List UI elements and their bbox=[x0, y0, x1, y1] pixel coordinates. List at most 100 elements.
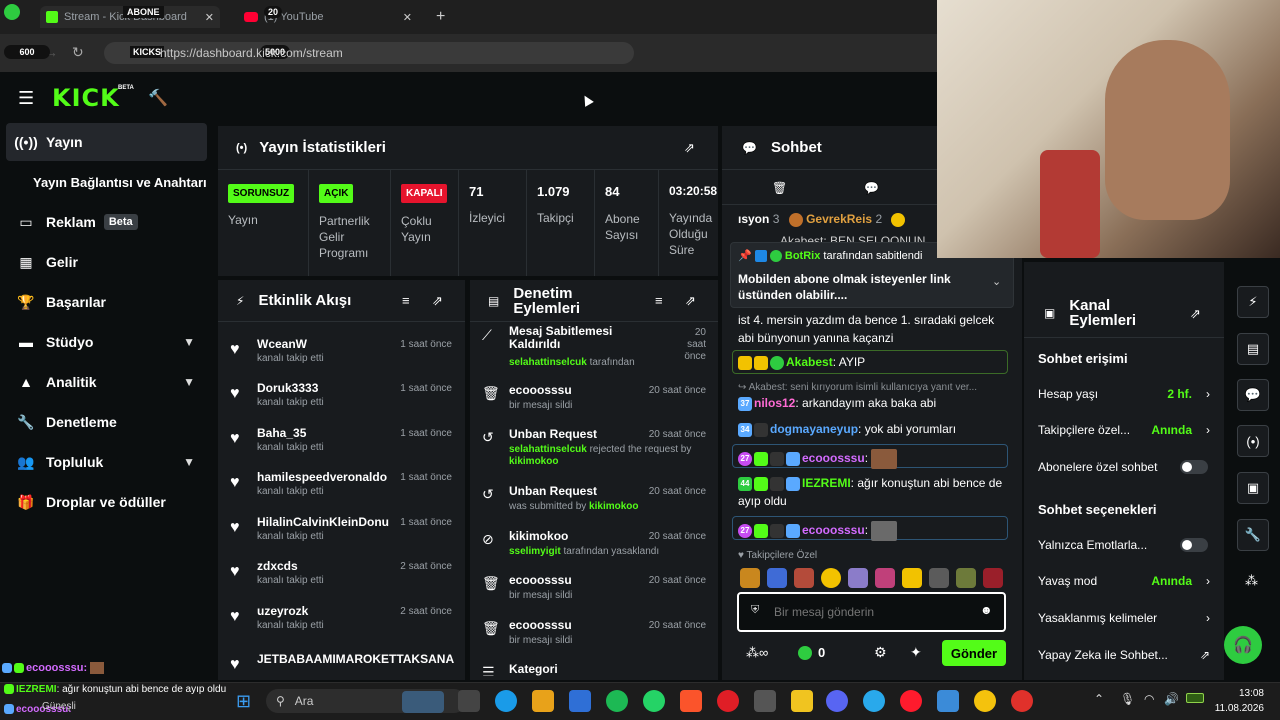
emote-icon[interactable] bbox=[767, 568, 787, 588]
channel-points[interactable]: 0 bbox=[798, 645, 825, 660]
kick-logo[interactable]: KICK bbox=[52, 84, 120, 112]
activity-user[interactable]: zdxcds bbox=[257, 559, 417, 573]
chat-username[interactable]: ecooosssu bbox=[802, 523, 865, 537]
file-explorer-icon[interactable] bbox=[791, 690, 813, 712]
emote-tab-label[interactable]: ♥ Takipçilere Özel bbox=[738, 550, 817, 561]
emote-icon[interactable] bbox=[929, 568, 949, 588]
chat-bubble-icon[interactable]: 💬 bbox=[1237, 379, 1269, 411]
expand-icon[interactable]: ⇗ bbox=[685, 293, 696, 309]
sidebar-item-analitik[interactable]: ▲ Analitik ▼ bbox=[6, 363, 207, 401]
activity-user[interactable]: Doruk3333 bbox=[257, 381, 417, 395]
pinned-by-user[interactable]: BotRix bbox=[785, 250, 820, 262]
chevron-up-icon[interactable]: ⌃ bbox=[1094, 692, 1104, 706]
microphone-icon[interactable]: 🎙 bbox=[1120, 692, 1135, 706]
sidebar-item-yayin[interactable]: ((•)) Yayın bbox=[6, 123, 207, 161]
close-tab-icon[interactable]: ✕ bbox=[205, 11, 214, 24]
support-icon[interactable]: 🎧 bbox=[1224, 626, 1262, 664]
edge-icon[interactable] bbox=[495, 690, 517, 712]
setting-ai-chat[interactable]: Yapay Zeka ile Sohbet... ⇗ bbox=[1038, 645, 1210, 665]
sidebar-item-gelir[interactable]: ▦ Gelir bbox=[6, 243, 207, 281]
expand-icon[interactable]: ⇗ bbox=[432, 293, 443, 309]
opera-icon[interactable] bbox=[717, 690, 739, 712]
chat-bubble-icon[interactable]: 💬 bbox=[864, 181, 879, 195]
activity-user[interactable]: HilalinCalvinKleinDonu bbox=[257, 515, 417, 529]
emote-icon[interactable] bbox=[956, 568, 976, 588]
sidebar-item-droplar[interactable]: 🎁 Droplar ve ödüller bbox=[6, 483, 207, 521]
weather-text[interactable]: Güneşli bbox=[42, 701, 76, 712]
emote-icon[interactable] bbox=[875, 568, 895, 588]
badge-icon[interactable]: ✦ bbox=[910, 644, 922, 661]
activity-user[interactable]: WceanW bbox=[257, 337, 417, 351]
wrench-icon[interactable]: 🔧 bbox=[1237, 519, 1269, 551]
profile-icon[interactable] bbox=[4, 4, 20, 20]
volume-icon[interactable]: 🔊 bbox=[1164, 692, 1179, 706]
activity-user[interactable]: uzeyrozk bbox=[257, 604, 417, 618]
setting-account-age[interactable]: Hesap yaşı 2 hf. › bbox=[1038, 384, 1210, 404]
emote-icon[interactable] bbox=[740, 568, 760, 588]
emoji-icon[interactable]: ☻ bbox=[980, 603, 993, 617]
sidebar-item-topluluk[interactable]: 👥 Topluluk ▼ bbox=[6, 443, 207, 481]
mod-action[interactable]: kikimokoo bbox=[509, 529, 568, 543]
chat-username[interactable]: ecooosssu bbox=[802, 451, 865, 465]
trash-icon[interactable]: 🗑 bbox=[772, 181, 787, 195]
wifi-icon[interactable]: ◠ bbox=[1144, 692, 1154, 706]
mod-user[interactable]: kikimokoo bbox=[509, 456, 558, 467]
broadcast-icon[interactable]: (•) bbox=[1237, 425, 1269, 457]
mod-action[interactable]: ecooosssu bbox=[509, 618, 572, 632]
leader-name[interactable]: GevrekReis bbox=[806, 212, 872, 226]
chat-username[interactable]: Akabest bbox=[786, 355, 833, 369]
toggle-switch[interactable] bbox=[1180, 460, 1208, 474]
clock-date[interactable]: 11.08.2026 bbox=[1210, 703, 1264, 714]
settings-gear-icon[interactable]: ⚙ bbox=[874, 644, 887, 661]
community-icon[interactable]: ⁂∞ bbox=[746, 645, 768, 661]
app-icon[interactable] bbox=[1011, 690, 1033, 712]
activity-user[interactable]: JETBABAAMIMAROKETTAKSANA bbox=[257, 652, 457, 666]
whatsapp-icon[interactable] bbox=[643, 690, 665, 712]
app-icon[interactable] bbox=[754, 690, 776, 712]
mod-user[interactable]: sselimyigit bbox=[509, 546, 561, 557]
chat-message-input[interactable] bbox=[774, 602, 964, 622]
setting-followers-only[interactable]: Takipçilere özel... Anında › bbox=[1038, 420, 1210, 440]
sidebar-item-stream-key[interactable]: Yayın Bağlantısı ve Anahtarı bbox=[6, 163, 207, 201]
mod-user[interactable]: kikimokoo bbox=[589, 501, 638, 512]
sidebar-item-basarilar[interactable]: 🏆 Başarılar bbox=[6, 283, 207, 321]
new-tab-button[interactable]: + bbox=[436, 8, 445, 26]
chat-username[interactable]: dogmayaneyup bbox=[770, 422, 858, 436]
clock-time[interactable]: 13:08 bbox=[1210, 688, 1264, 699]
opera-gx-icon[interactable] bbox=[900, 690, 922, 712]
telegram-icon[interactable] bbox=[863, 690, 885, 712]
brave-icon[interactable] bbox=[680, 690, 702, 712]
emote-icon[interactable] bbox=[848, 568, 868, 588]
setting-slow-mode[interactable]: Yavaş mod Anında › bbox=[1038, 571, 1210, 591]
chat-username[interactable]: nilos12 bbox=[754, 396, 795, 410]
send-button[interactable]: Gönder bbox=[942, 640, 1006, 666]
community-icon[interactable]: ⁂ bbox=[1245, 573, 1258, 589]
discord-icon[interactable] bbox=[826, 690, 848, 712]
emote-icon[interactable] bbox=[902, 568, 922, 588]
app-icon[interactable] bbox=[937, 690, 959, 712]
battery-icon[interactable] bbox=[1186, 693, 1204, 703]
emote-icon[interactable] bbox=[983, 568, 1003, 588]
expand-icon[interactable]: ⇗ bbox=[1190, 306, 1201, 322]
chat-username[interactable]: IEZREMI bbox=[802, 476, 851, 490]
copilot-icon[interactable] bbox=[532, 690, 554, 712]
windows-start-icon[interactable]: ⊞ bbox=[236, 691, 251, 712]
sidebar-item-reklam[interactable]: ▭ Reklam Beta bbox=[6, 203, 207, 241]
emote-icon[interactable] bbox=[821, 568, 841, 588]
mod-action[interactable]: ecooosssu bbox=[509, 573, 572, 587]
activity-user[interactable]: Baha_35 bbox=[257, 426, 417, 440]
tools-icon[interactable]: 🔨 bbox=[148, 88, 168, 108]
filter-icon[interactable]: ≡ bbox=[655, 293, 663, 308]
toggle-switch[interactable] bbox=[1180, 538, 1208, 552]
app-icon[interactable] bbox=[569, 690, 591, 712]
mod-action[interactable]: ecooosssu bbox=[509, 383, 572, 397]
close-tab-icon[interactable]: ✕ bbox=[403, 11, 412, 24]
document-icon[interactable]: ▤ bbox=[1237, 333, 1269, 365]
expand-icon[interactable]: ⇗ bbox=[684, 140, 695, 156]
menu-icon[interactable]: ☰ bbox=[18, 88, 34, 109]
chrome-icon[interactable] bbox=[974, 690, 996, 712]
setting-banned-words[interactable]: Yasaklanmış kelimeler › bbox=[1038, 608, 1210, 628]
channel-icon[interactable]: ▣ bbox=[1237, 472, 1269, 504]
reply-reference[interactable]: ↪ Akabest: seni kırıyorum isimli kullanı… bbox=[738, 380, 1008, 395]
reload-icon[interactable]: ↻ bbox=[72, 44, 84, 61]
